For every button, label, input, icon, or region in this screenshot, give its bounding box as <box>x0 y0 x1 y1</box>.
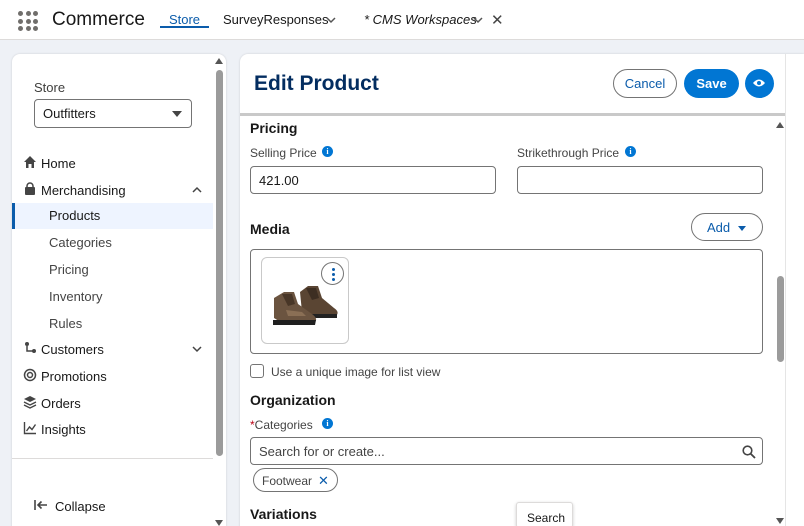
product-image[interactable] <box>261 257 349 344</box>
sidebar-item-categories[interactable]: Categories <box>12 230 213 256</box>
sidebar-item-label: Promotions <box>41 369 107 384</box>
categories-label-text: Categories <box>254 418 313 432</box>
collapse-label: Collapse <box>55 499 106 514</box>
page-title: Edit Product <box>254 72 379 95</box>
eye-icon <box>753 79 765 87</box>
chevron-down-icon[interactable] <box>325 14 337 26</box>
sidebar-item-customers[interactable]: Customers <box>12 337 213 363</box>
tab-survey-responses[interactable]: SurveyResponses <box>223 12 329 27</box>
image-menu-button[interactable] <box>321 262 344 285</box>
sidebar-item-home[interactable]: Home <box>12 151 213 177</box>
app-launcher-icon[interactable] <box>18 11 38 31</box>
info-icon[interactable]: i <box>322 146 333 157</box>
home-icon <box>24 156 36 168</box>
sidebar-item-label: Pricing <box>49 262 89 277</box>
customers-icon <box>25 342 36 353</box>
media-section-title: Media <box>250 221 290 237</box>
scroll-down-icon[interactable] <box>215 520 223 526</box>
sidebar-item-label: Orders <box>41 396 81 411</box>
sidebar-item-label: Rules <box>49 316 83 331</box>
selling-price-input[interactable]: 421.00 <box>250 166 496 194</box>
tab-store[interactable]: Store <box>160 0 209 28</box>
unique-image-checkbox[interactable] <box>250 364 264 378</box>
sidebar-item-label: Categories <box>49 235 112 250</box>
utility-panel-edge <box>785 54 804 526</box>
scrollbar-thumb[interactable] <box>777 276 784 362</box>
collapse-icon <box>34 500 47 510</box>
categories-label: *Categories <box>250 418 313 432</box>
sidebar-item-rules[interactable]: Rules <box>12 311 213 337</box>
info-icon[interactable]: i <box>322 418 333 429</box>
sidebar-item-promotions[interactable]: Promotions <box>12 364 213 390</box>
add-media-button[interactable]: Add <box>691 213 763 241</box>
caret-down-icon <box>738 226 746 231</box>
search-icon[interactable] <box>742 445 756 459</box>
selling-price-label: Selling Price <box>250 146 317 160</box>
scrollbar-thumb[interactable] <box>216 70 223 456</box>
media-gallery <box>250 249 763 354</box>
sidebar-item-label: Inventory <box>49 289 103 304</box>
chevron-up-icon[interactable] <box>191 184 203 196</box>
insights-icon <box>23 422 37 435</box>
sidebar-item-label: Home <box>41 156 76 171</box>
sidebar-item-label: Products <box>49 208 101 223</box>
sidebar-divider <box>12 458 213 459</box>
store-label: Store <box>34 80 66 95</box>
categories-search-input[interactable]: Search for or create... <box>250 437 763 465</box>
cancel-button[interactable]: Cancel <box>613 69 677 98</box>
unique-image-label: Use a unique image for list view <box>271 365 441 379</box>
sidebar-item-merchandising[interactable]: Merchandising <box>12 178 213 204</box>
organization-section-title: Organization <box>250 392 336 408</box>
pricing-section-title: Pricing <box>250 120 298 136</box>
sidebar-item-orders[interactable]: Orders <box>12 391 213 417</box>
chevron-down-icon[interactable] <box>191 343 203 355</box>
remove-icon[interactable]: ✕ <box>318 473 329 488</box>
sidebar: Store Outfitters Home Merchandising Prod… <box>12 54 226 526</box>
scroll-down-icon[interactable] <box>776 518 784 524</box>
save-button[interactable]: Save <box>684 69 739 98</box>
add-media-label: Add <box>707 220 731 235</box>
caret-down-icon <box>172 111 182 117</box>
store-select-value: Outfitters <box>43 106 96 121</box>
chevron-down-icon[interactable] <box>472 14 484 26</box>
search-tooltip: Search <box>516 502 573 526</box>
store-select[interactable]: Outfitters <box>34 99 192 128</box>
strikethrough-price-input[interactable] <box>517 166 763 194</box>
sidebar-item-inventory[interactable]: Inventory <box>12 284 213 310</box>
sidebar-item-label: Customers <box>41 342 104 357</box>
sidebar-item-insights[interactable]: Insights <box>12 417 213 443</box>
scroll-up-icon[interactable] <box>776 122 784 128</box>
sidebar-scrollbar[interactable] <box>215 58 224 526</box>
bag-icon <box>25 182 35 195</box>
sidebar-item-products[interactable]: Products <box>12 203 213 229</box>
info-icon[interactable]: i <box>625 146 636 157</box>
variations-section-title: Variations <box>250 506 317 522</box>
sidebar-item-label: Merchandising <box>41 183 126 198</box>
scroll-up-icon[interactable] <box>215 58 223 64</box>
category-pill[interactable]: Footwear ✕ <box>253 468 338 492</box>
header-divider <box>240 113 804 116</box>
sidebar-item-label: Insights <box>41 422 86 437</box>
preview-button[interactable] <box>745 69 774 98</box>
close-tab-icon[interactable]: ✕ <box>491 11 504 29</box>
category-pill-label: Footwear <box>262 474 313 488</box>
orders-icon <box>23 396 37 409</box>
global-header: Commerce Store SurveyResponses * CMS Wor… <box>0 0 804 40</box>
main-scrollbar[interactable] <box>775 116 785 526</box>
tab-cms-workspaces[interactable]: * CMS Workspaces <box>364 12 477 27</box>
edit-product-panel: Edit Product Cancel Save Pricing Selling… <box>240 54 804 526</box>
app-name: Commerce <box>52 9 145 30</box>
promotions-icon <box>23 368 37 382</box>
sidebar-item-pricing[interactable]: Pricing <box>12 257 213 283</box>
strikethrough-price-label: Strikethrough Price <box>517 146 620 160</box>
